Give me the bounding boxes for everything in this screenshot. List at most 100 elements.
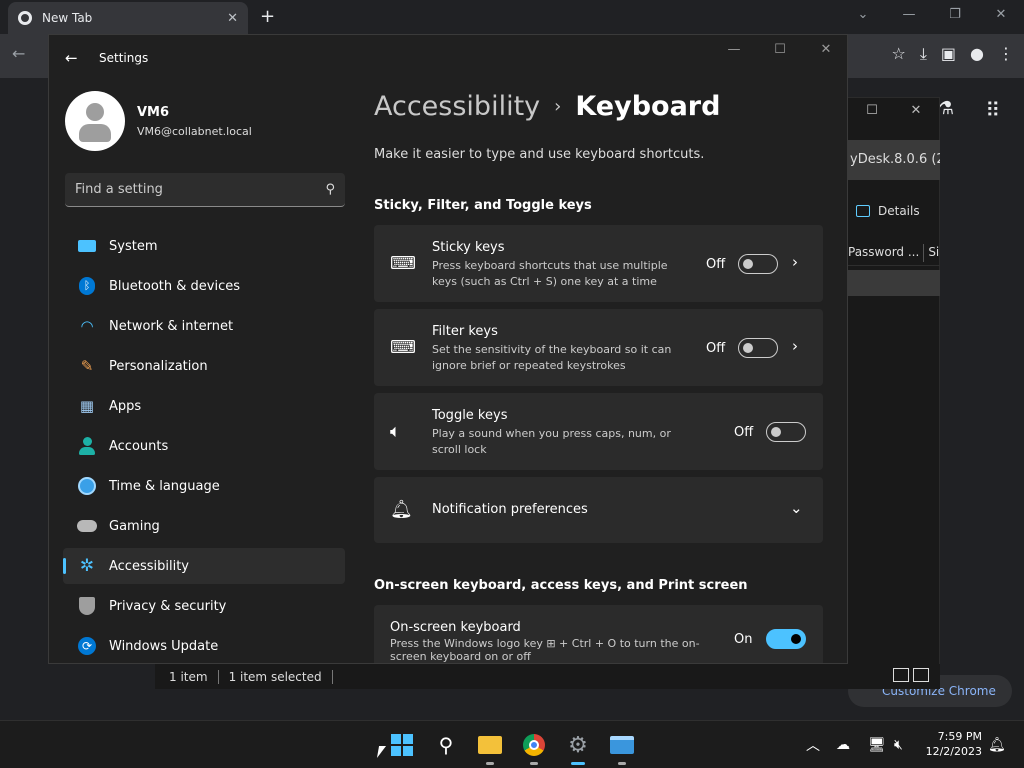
sidebar-item-label: Bluetooth & devices: [109, 278, 240, 294]
profile-icon[interactable]: ●: [970, 44, 984, 64]
taskbar-search-button[interactable]: ⚲: [432, 731, 460, 759]
taskbar-chrome[interactable]: [520, 731, 548, 765]
chrome-toolbar-actions: ☆ ⤓ ▣ ● ⋮: [891, 44, 1014, 64]
bookmark-star-icon[interactable]: ☆: [891, 44, 905, 64]
details-pane-button[interactable]: Details: [856, 204, 920, 218]
close-icon[interactable]: ✕: [803, 39, 847, 61]
card-title: Sticky keys: [432, 240, 505, 255]
card-title: Notification preferences: [432, 502, 588, 517]
taskbar-file-explorer[interactable]: [476, 731, 504, 765]
labs-flask-icon[interactable]: ⚗: [938, 98, 954, 119]
download-icon[interactable]: ⤓: [920, 44, 927, 64]
speaker-icon: 🔈︎: [390, 421, 401, 442]
page-description: Make it easier to type and use keyboard …: [374, 147, 705, 162]
keyboard-filter-icon: ⌨: [390, 337, 416, 358]
minimize-icon[interactable]: —: [711, 39, 757, 61]
chrome-icon: [523, 734, 545, 756]
sidebar-item-privacy[interactable]: Privacy & security: [63, 588, 345, 624]
show-hidden-icons-button[interactable]: ︿: [806, 721, 820, 768]
tab-search-icon[interactable]: ⌄: [840, 0, 886, 30]
status-selected: 1 item selected: [228, 669, 322, 684]
search-icon[interactable]: ⚲: [325, 182, 335, 197]
sidebar-item-gaming[interactable]: Gaming: [63, 508, 345, 544]
explorer-window-controls: ☐ ✕: [850, 99, 938, 123]
start-button[interactable]: [388, 731, 416, 759]
explorer-address-bar[interactable]: yDesk.8.0.6 (2): [848, 140, 940, 180]
chevron-up-icon: ︿: [806, 738, 820, 754]
keyboard-icon: ⌨: [390, 253, 416, 274]
chrome-tab-new-tab[interactable]: New Tab ✕: [8, 2, 248, 34]
back-arrow-icon[interactable]: ←: [65, 49, 78, 67]
terminal-icon: [610, 736, 634, 754]
filter-keys-card[interactable]: ⌨ Filter keys Set the sensitivity of the…: [374, 309, 823, 386]
close-window-icon[interactable]: ✕: [978, 0, 1024, 30]
onedrive-icon[interactable]: ☁: [836, 721, 850, 768]
update-icon: ⟳: [77, 636, 97, 656]
close-tab-icon[interactable]: ✕: [227, 11, 238, 26]
sidebar-item-accessibility[interactable]: ✲ Accessibility: [63, 548, 345, 584]
sidebar-item-apps[interactable]: ▦ Apps: [63, 388, 345, 424]
chrome-favicon-icon: [18, 11, 32, 25]
toggle-keys-card: 🔈︎ Toggle keys Play a sound when you pre…: [374, 393, 823, 470]
breadcrumb-parent[interactable]: Accessibility: [374, 91, 540, 122]
table-row-selected[interactable]: [848, 270, 940, 296]
network-icon[interactable]: 🖥︎: [868, 721, 886, 768]
chevron-down-icon[interactable]: ⌄: [790, 499, 803, 517]
taskbar-clock[interactable]: 7:59 PM 12/2/2023: [920, 729, 982, 759]
page-title: Keyboard: [575, 91, 721, 122]
sidebar-item-label: Privacy & security: [109, 598, 227, 614]
new-tab-button[interactable]: +: [260, 6, 275, 27]
section-title-onscreen: On-screen keyboard, access keys, and Pri…: [374, 578, 748, 593]
menu-kebab-icon[interactable]: ⋮: [998, 44, 1014, 64]
back-arrow-icon[interactable]: ←: [12, 44, 25, 63]
card-description: Set the sensitivity of the keyboard so i…: [432, 343, 672, 372]
gear-icon: ⚙: [568, 732, 588, 758]
sidebar-item-system[interactable]: System: [63, 228, 345, 264]
close-icon[interactable]: ✕: [894, 99, 938, 123]
on-screen-keyboard-toggle[interactable]: [766, 629, 806, 649]
sidebar-item-bluetooth[interactable]: ᛒ Bluetooth & devices: [63, 268, 345, 304]
tab-title: New Tab: [42, 11, 93, 25]
explorer-status-bar: 1 item 1 item selected: [155, 664, 940, 689]
sticky-keys-card[interactable]: ⌨ Sticky keys Press keyboard shortcuts t…: [374, 225, 823, 302]
app-title: Settings: [99, 51, 149, 65]
bell-icon: 🔔︎: [390, 499, 413, 520]
sidebar-item-network[interactable]: ◠ Network & internet: [63, 308, 345, 344]
maximize-icon[interactable]: ☐: [850, 99, 894, 123]
column-size[interactable]: Si: [928, 245, 939, 259]
windows-logo-icon: [391, 734, 413, 756]
sidebar-item-label: Accessibility: [109, 558, 189, 574]
search-icon: ⚲: [438, 733, 454, 757]
google-apps-icon[interactable]: ⠿: [985, 98, 1000, 122]
column-password[interactable]: Password ...: [848, 245, 919, 259]
taskbar-terminal[interactable]: [608, 731, 636, 765]
card-description: Play a sound when you press caps, num, o…: [432, 427, 671, 456]
card-description: Press keyboard shortcuts that use multip…: [432, 259, 668, 288]
clock-date: 12/2/2023: [925, 745, 982, 758]
volume-muted-icon[interactable]: 🔇︎: [894, 721, 903, 768]
sidebar-item-personalization[interactable]: ✎ Personalization: [63, 348, 345, 384]
sticky-keys-toggle[interactable]: [738, 254, 778, 274]
details-label: Details: [878, 204, 920, 218]
search-input[interactable]: [75, 182, 326, 197]
tiles-view-icon[interactable]: [913, 668, 929, 682]
minimize-icon[interactable]: —: [886, 0, 932, 30]
sidebar-item-accounts[interactable]: Accounts: [63, 428, 345, 464]
restore-icon[interactable]: ❐: [932, 0, 978, 30]
sidebar-item-windows-update[interactable]: ⟳ Windows Update: [63, 628, 345, 663]
side-panel-icon[interactable]: ▣: [941, 44, 956, 64]
notification-bell-icon[interactable]: 🔔︎: [988, 721, 1006, 768]
settings-title-bar: ← Settings — ☐ ✕: [49, 35, 847, 81]
notification-preferences-card[interactable]: 🔔︎ Notification preferences ⌄: [374, 477, 823, 543]
sidebar-item-time-language[interactable]: Time & language: [63, 468, 345, 504]
sidebar-item-label: Windows Update: [109, 638, 219, 654]
toggle-keys-toggle[interactable]: [766, 422, 806, 442]
maximize-icon[interactable]: ☐: [757, 39, 803, 61]
profile-email: VM6@collabnet.local: [137, 125, 252, 138]
filter-keys-toggle[interactable]: [738, 338, 778, 358]
avatar[interactable]: [65, 91, 125, 151]
taskbar-settings[interactable]: ⚙: [564, 731, 592, 765]
explorer-column-headers: Password ... Si: [848, 238, 940, 266]
chevron-right-icon: ›: [554, 96, 562, 117]
details-view-icon[interactable]: [893, 668, 909, 682]
